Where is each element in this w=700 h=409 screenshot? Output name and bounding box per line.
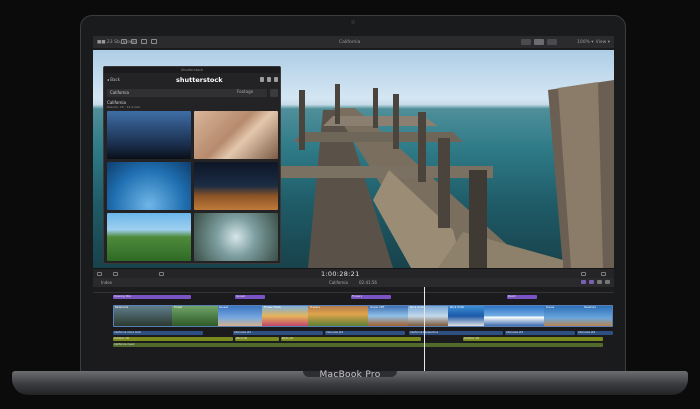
thumb-sand-dunes[interactable] — [194, 111, 278, 159]
title-clip[interactable]: Sunset — [235, 295, 265, 299]
clip-name: Flower Fields — [264, 306, 281, 309]
model-label: MacBook Pro — [319, 370, 381, 380]
user-icon[interactable] — [260, 77, 264, 82]
audio-clip[interactable]: Interview pt2 — [325, 331, 405, 335]
timeline-toolbar: 1:00:28:21 — [93, 268, 614, 278]
shutterstock-panel: Shutterstock ◂ Back shutterstock Califor… — [103, 66, 281, 264]
timecode-display: 1:00:28:21 — [321, 270, 360, 278]
timeline-duration: 02:41:56 — [359, 280, 377, 285]
clip-name: Redwoods — [115, 306, 129, 309]
clip-name: Ocean Cliff — [370, 306, 385, 309]
camera — [351, 20, 355, 24]
results-info: California Results: 28 · 24 & Nat — [107, 100, 140, 110]
audio-skim-icon[interactable] — [597, 280, 602, 284]
title-clip[interactable]: Opening title — [113, 295, 191, 299]
check-icon[interactable] — [141, 39, 147, 44]
clip-name: Forest — [174, 306, 182, 309]
snapping-icon[interactable] — [581, 280, 586, 284]
thumb-desert-night[interactable] — [194, 162, 278, 210]
primary-storyline[interactable]: Redwoods Forest Sunset Flower Fields Flo… — [113, 305, 613, 327]
cart-icon[interactable] — [274, 77, 278, 82]
timeline[interactable]: Opening title Sunset Flowers Beach Redwo… — [93, 293, 614, 374]
sfx-clip[interactable]: Wind sfx — [235, 337, 279, 341]
clip-name: Rock climb — [450, 306, 465, 309]
sfx-clip[interactable]: Birds sfx — [281, 337, 421, 341]
media-type-select[interactable]: Footage — [237, 89, 253, 94]
thumb-redwoods[interactable] — [194, 213, 278, 261]
laptop-lid: ■■ 23 Sb, Stores California 100% ▾ View … — [80, 15, 626, 379]
panel-header: Shutterstock — [104, 67, 280, 73]
audio-clip[interactable]: Interview pt4 — [577, 331, 613, 335]
thumb-night-trees[interactable] — [107, 111, 191, 159]
import-icon[interactable] — [121, 39, 127, 44]
clip-name: Dunes — [546, 306, 555, 309]
results-grid — [107, 111, 279, 261]
clip-name: Seashore — [584, 306, 597, 309]
timeline-options — [581, 280, 610, 284]
download-icon[interactable] — [267, 77, 271, 82]
audio-clip[interactable]: Interview pt3 — [505, 331, 575, 335]
shutterstock-logo: shutterstock — [176, 76, 223, 84]
clip-appearance-icon[interactable] — [97, 272, 102, 276]
range-tool-icon[interactable] — [159, 272, 164, 276]
viewer[interactable]: Shutterstock ◂ Back shutterstock Califor… — [93, 50, 614, 268]
browser-toggle-icon[interactable] — [520, 39, 531, 45]
timeline-toggle-icon[interactable] — [533, 39, 544, 45]
tool-select-icon[interactable] — [113, 272, 118, 276]
account-icons — [260, 77, 278, 82]
clip-name: Flowers — [310, 306, 320, 309]
results-subtitle: Results: 28 · 24 & Nat — [107, 105, 140, 109]
audio-clip[interactable]: California Voice Over — [113, 331, 203, 335]
index-button[interactable]: Index — [101, 280, 112, 285]
title-clip[interactable]: Beach — [507, 295, 537, 299]
screen: ■■ 23 Sb, Stores California 100% ▾ View … — [93, 36, 614, 374]
sfx-clip[interactable]: Outdoor sfx — [113, 337, 233, 341]
fullscreen-icon[interactable] — [601, 272, 606, 276]
thumb-fisheye-sky[interactable] — [107, 162, 191, 210]
key-icon[interactable] — [131, 39, 137, 44]
sfx-clip[interactable]: Outdoor sfx — [463, 337, 603, 341]
back-button[interactable]: ◂ Back — [107, 77, 120, 82]
view-menu[interactable]: View ▾ — [596, 40, 610, 45]
clip-name: Rock climb — [410, 306, 425, 309]
layout-buttons: View ▾ — [520, 39, 610, 45]
app-toolbar: ■■ 23 Sb, Stores California 100% ▾ View … — [93, 36, 614, 49]
share-icon[interactable] — [151, 39, 157, 44]
audio-meter-icon[interactable] — [581, 272, 586, 276]
music-clip[interactable]: California music — [113, 343, 603, 347]
playhead[interactable] — [424, 287, 425, 374]
toolbar-icons — [121, 39, 157, 44]
solo-icon[interactable] — [605, 280, 610, 284]
panel-nav: ◂ Back shutterstock — [104, 75, 282, 85]
thumb-green-hills[interactable] — [107, 213, 191, 261]
timeline-project-name: California — [329, 280, 348, 285]
inspector-toggle-icon[interactable] — [546, 39, 557, 45]
project-title: California — [339, 40, 361, 45]
search-icon[interactable] — [270, 89, 278, 97]
skimming-icon[interactable] — [589, 280, 594, 284]
title-clip[interactable]: Flowers — [351, 295, 391, 299]
clip-name: Sunset — [219, 306, 228, 309]
timeline-header: Index California 02:41:56 — [93, 278, 614, 287]
audio-clip[interactable]: Interview pt1 — [233, 331, 323, 335]
